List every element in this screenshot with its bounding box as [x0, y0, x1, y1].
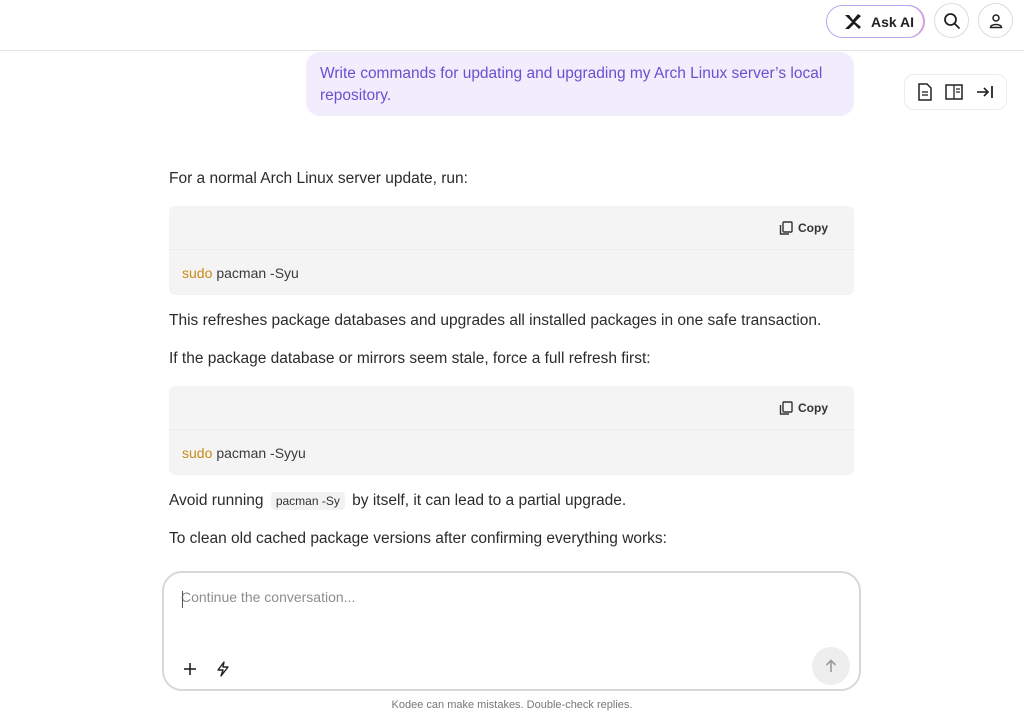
text-caret	[182, 591, 183, 608]
copy-icon	[779, 400, 793, 415]
book-icon[interactable]	[945, 84, 964, 100]
tools-button[interactable]	[211, 657, 235, 681]
reply-avoid-note: Avoid running pacman -Sy by itself, it c…	[169, 492, 626, 510]
collapse-right-icon[interactable]	[976, 84, 994, 100]
user-message-text: Write commands for updating and upgradin…	[320, 65, 823, 104]
reply-clean-note: To clean old cached package versions aft…	[169, 530, 667, 547]
code-line: sudo pacman -Syu	[169, 250, 854, 295]
user-icon	[988, 13, 1004, 29]
copy-button[interactable]: Copy	[779, 401, 828, 415]
ask-ai-label: Ask AI	[871, 13, 915, 30]
add-attachment-button[interactable]	[178, 657, 202, 681]
top-bar: Ask AI	[0, 0, 1024, 51]
send-button[interactable]	[812, 647, 850, 685]
disclaimer-text: Kodee can make mistakes. Double-check re…	[391, 699, 633, 711]
code-block: Copy sudo pacman -Syyu	[169, 386, 854, 475]
sparkle-icon	[843, 12, 863, 32]
reply-stale-note: If the package database or mirrors seem …	[169, 350, 651, 367]
code-block-header: Copy	[169, 386, 854, 430]
copy-button[interactable]: Copy	[779, 221, 828, 235]
copy-icon	[779, 220, 793, 235]
code-block-header: Copy	[169, 206, 854, 250]
document-icon[interactable]	[917, 83, 933, 101]
plus-icon	[183, 662, 197, 676]
arrow-up-icon	[825, 659, 837, 673]
profile-button[interactable]	[978, 3, 1013, 38]
message-input[interactable]	[181, 589, 821, 629]
code-command: pacman -Syyu	[216, 444, 306, 461]
user-message-bubble: Write commands for updating and upgradin…	[306, 52, 854, 116]
ask-ai-button[interactable]: Ask AI	[826, 5, 925, 38]
reply-intro: For a normal Arch Linux server update, r…	[169, 170, 468, 187]
code-block: Copy sudo pacman -Syu	[169, 206, 854, 295]
code-command: pacman -Syu	[216, 264, 299, 281]
copy-label: Copy	[798, 400, 828, 415]
message-composer	[162, 571, 861, 691]
code-keyword: sudo	[182, 264, 213, 281]
code-line: sudo pacman -Syyu	[169, 430, 854, 475]
avoid-suffix: by itself, it can lead to a partial upgr…	[352, 492, 627, 509]
side-toolbar	[904, 74, 1007, 110]
search-icon	[943, 12, 961, 30]
search-button[interactable]	[934, 3, 969, 38]
lightning-icon	[216, 661, 230, 677]
code-keyword: sudo	[182, 444, 213, 461]
inline-code: pacman -Sy	[270, 492, 345, 510]
reply-explanation: This refreshes package databases and upg…	[169, 312, 822, 329]
copy-label: Copy	[798, 220, 828, 235]
avoid-prefix: Avoid running	[169, 492, 264, 509]
